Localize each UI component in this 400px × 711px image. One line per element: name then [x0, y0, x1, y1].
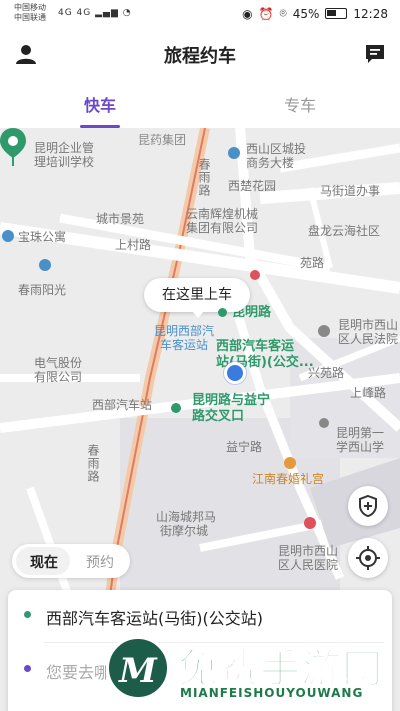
map-label: 车客运站	[160, 338, 209, 352]
map-label: 区人民法院	[338, 332, 399, 346]
status-right: ◉ ⏰ ⌾ 45% 12:28	[242, 6, 388, 21]
map-label: 宝珠公寓	[18, 230, 67, 244]
locate-button[interactable]	[348, 538, 388, 578]
safety-button[interactable]	[348, 486, 388, 526]
current-location-dot	[224, 362, 246, 384]
map-label: 西部汽车客运	[216, 339, 295, 354]
service-tabs: 快车 专车	[0, 80, 400, 128]
map-label: 昆明路与益宁	[192, 393, 271, 408]
carrier-1: 中国移动	[14, 3, 46, 12]
map-label: 上峰路	[350, 386, 387, 400]
map-label: 学西山学	[336, 440, 385, 454]
map-label: 上村路	[115, 238, 152, 252]
map-label: 春雨阳光	[18, 283, 67, 297]
map-label: 昆明企业管	[34, 141, 95, 155]
bus-stop-marker	[218, 308, 227, 317]
pickup-dot	[24, 611, 31, 618]
signal-text: 4G 4G	[58, 8, 92, 18]
map-label: 盘龙云海社区	[308, 224, 381, 238]
time-tab-book[interactable]: 预约	[78, 552, 122, 572]
time-tab-now[interactable]: 现在	[22, 552, 66, 572]
map-label: 西楚花园	[228, 179, 277, 193]
watermark-logo: M	[106, 636, 170, 700]
map-label: 昆明市西山	[338, 318, 399, 332]
location-status-icon: ⌾	[279, 6, 287, 20]
tab-zhuanche[interactable]: 专车	[260, 92, 340, 116]
watermark: M 免费手游网 MIANFEISHOUYOUWANG	[96, 632, 400, 711]
map-label: 兴苑路	[308, 366, 345, 380]
carrier-names: 中国移动 中国联通	[14, 3, 46, 23]
destination-dot	[24, 665, 31, 672]
map-label: 江南春婚礼宫	[252, 472, 325, 486]
shield-plus-icon	[359, 494, 377, 518]
alarm-icon: ⏰	[258, 6, 274, 21]
map-label: 马街道办事	[320, 184, 381, 198]
carrier-2: 中国联通	[14, 13, 46, 22]
map-label: 西部汽车站	[92, 398, 153, 412]
map-label: 理培训学校	[34, 155, 95, 169]
map-label: 苑路	[300, 256, 325, 270]
map-label: 电气股份	[34, 356, 83, 370]
pickup-location: 西部汽车客运站(马街)(公交站)	[46, 609, 263, 628]
tab-kuaiche[interactable]: 快车	[60, 92, 140, 128]
pickup-bubble[interactable]: 在这里上车	[144, 278, 250, 318]
map-label: 路交叉口	[192, 409, 245, 424]
message-icon[interactable]	[364, 43, 386, 65]
map-label: 昆明市西山	[278, 544, 339, 558]
map-label: 益宁路	[226, 440, 263, 454]
map-label: 昆药集团	[138, 133, 187, 147]
status-bar: 中国移动 中国联通 4G 4G ▂▄▆ ◔ ◉ ⏰ ⌾ 45% 12:28	[0, 0, 400, 28]
map-view[interactable]: 昆药集团 西山区城投 商务大楼 昆明企业管 理培训学校 春雨路 西楚花园 云南辉…	[0, 128, 400, 711]
map-label: 春雨路	[86, 444, 100, 483]
map-label: 区人民医院	[278, 558, 339, 572]
map-label: 昆明西部汽	[154, 324, 215, 338]
map-label: 山海城邦马	[156, 510, 217, 524]
watermark-logo-letter: M	[119, 651, 157, 691]
signal-indicator: 4G 4G ▂▄▆ ◔	[58, 8, 132, 18]
map-label: 云南辉煌机械	[186, 207, 259, 221]
map-label: 西山区城投	[246, 142, 307, 156]
clock: 12:28	[353, 6, 388, 21]
map-label: 城市景苑	[96, 212, 145, 226]
battery-percent: 45%	[292, 6, 320, 21]
page-title: 旅程约车	[164, 46, 236, 67]
watermark-subtext: MIANFEISHOUYOUWANG	[180, 686, 364, 700]
bus-stop-marker	[171, 403, 181, 413]
eye-icon: ◉	[242, 6, 253, 21]
locate-icon	[356, 546, 380, 570]
map-label: 商务大楼	[246, 156, 295, 170]
pickup-pin-icon	[0, 128, 26, 166]
battery-icon	[325, 8, 348, 19]
map-label: 春雨路	[197, 158, 211, 197]
map-label: 昆明第一	[336, 426, 385, 440]
map-label: 街摩尔城	[160, 524, 209, 538]
map-label: 集团有限公司	[186, 221, 259, 235]
app-header: 旅程约车	[0, 28, 400, 80]
time-selector: 现在 预约	[12, 544, 130, 578]
map-label: 有限公司	[34, 370, 83, 384]
